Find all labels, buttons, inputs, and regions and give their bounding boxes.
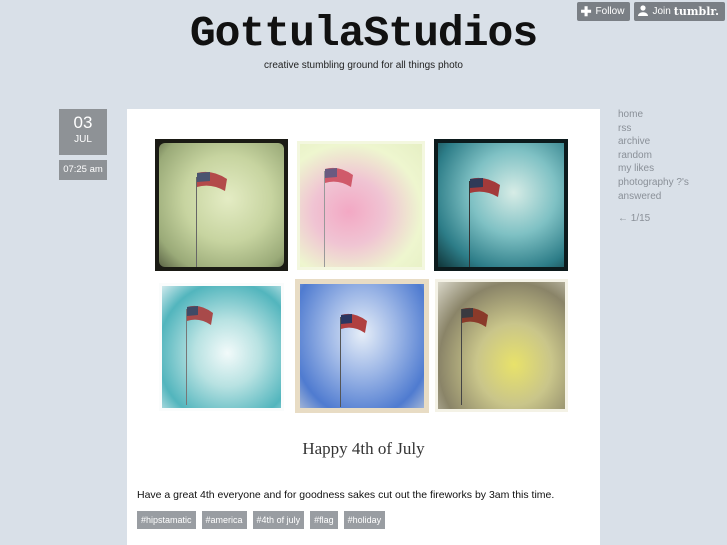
flag-photo — [297, 141, 425, 270]
post-date-badge[interactable]: 03 JUL — [59, 109, 107, 155]
image-caption: Happy 4th of July — [302, 439, 425, 458]
site-tagline: creative stumbling ground for all things… — [263, 60, 463, 71]
tag-link[interactable]: #hipstamatic — [137, 511, 196, 529]
sidebar-nav: home rss archive random my likes photogr… — [618, 108, 689, 203]
post-card: Happy 4th of July Have a great 4th every… — [127, 109, 600, 545]
flag-photo — [159, 283, 284, 411]
flag-photo — [435, 279, 568, 412]
flag-photo — [434, 139, 568, 271]
site-title[interactable]: GottulaStudios — [0, 10, 727, 58]
pagination[interactable]: ← 1/15 — [618, 213, 650, 224]
nav-photography-questions[interactable]: photography ?'s — [618, 176, 689, 190]
nav-my-likes[interactable]: my likes — [618, 162, 689, 176]
flag-photo — [295, 279, 429, 413]
post-day: 03 — [73, 113, 93, 132]
tag-link[interactable]: #4th of july — [252, 511, 305, 529]
flag-photo — [155, 139, 288, 271]
nav-home[interactable]: home — [618, 108, 689, 122]
post-time-badge[interactable]: 07:25 am — [59, 160, 107, 180]
post-body: Have a great 4th everyone and for goodne… — [137, 489, 555, 501]
nav-archive[interactable]: archive — [618, 135, 689, 149]
nav-random[interactable]: random — [618, 149, 689, 163]
nav-answered[interactable]: answered — [618, 190, 689, 204]
tag-link[interactable]: #america — [201, 511, 247, 529]
tag-list: #hipstamatic #america #4th of july #flag… — [137, 511, 386, 529]
nav-rss[interactable]: rss — [618, 122, 689, 136]
post-month: JUL — [74, 134, 92, 145]
tag-link[interactable]: #holiday — [343, 511, 386, 529]
tag-link[interactable]: #flag — [310, 511, 338, 529]
